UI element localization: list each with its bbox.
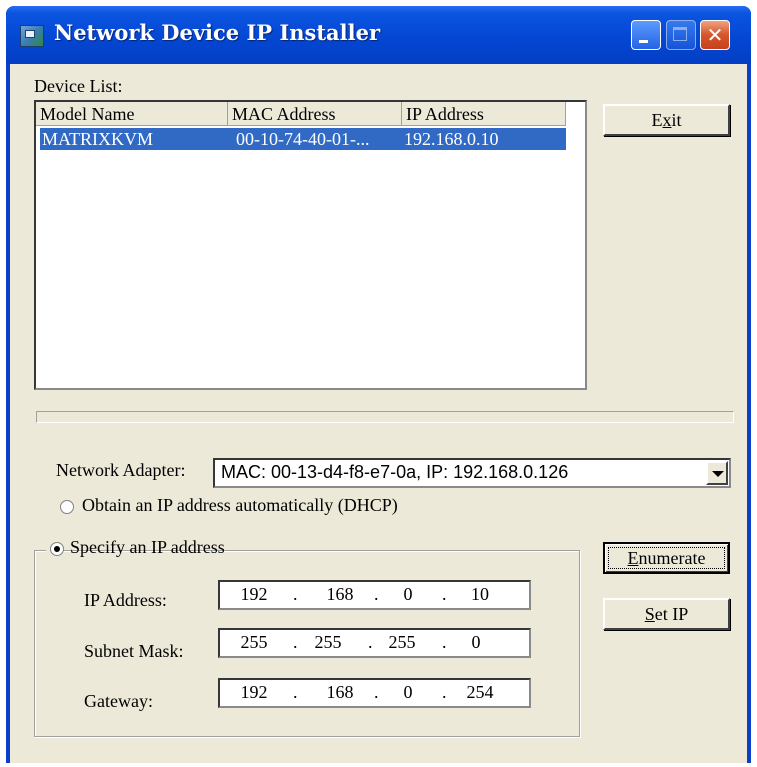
gateway-octet-3[interactable]: 0	[388, 682, 428, 703]
network-adapter-select[interactable]: MAC: 00-13-d4-f8-e7-0a, IP: 192.168.0.12…	[213, 458, 731, 488]
network-app-icon	[20, 25, 44, 47]
device-list[interactable]: Model Name MAC Address IP Address MATRIX…	[34, 100, 587, 390]
chevron-down-icon[interactable]	[706, 461, 728, 485]
close-button[interactable]: ✕	[700, 20, 730, 50]
gateway-octet-4[interactable]: 254	[460, 682, 500, 703]
subnet-dot-3: .	[442, 632, 447, 652]
set-ip-button[interactable]: Set IP	[603, 598, 730, 630]
ip-dot-1: .	[293, 584, 298, 604]
ip-dot-2: .	[374, 584, 379, 604]
device-list-header: Model Name MAC Address IP Address	[36, 102, 585, 126]
subnet-octet-3[interactable]: 255	[382, 632, 422, 653]
column-header-mac-address[interactable]: MAC Address	[228, 102, 402, 126]
gateway-octet-1[interactable]: 192	[234, 682, 274, 703]
dhcp-radio[interactable]	[60, 500, 74, 514]
maximize-button	[666, 20, 696, 50]
subnet-dot-2: .	[368, 632, 373, 652]
exit-label-pre: E	[651, 110, 663, 130]
gateway-dot-2: .	[374, 682, 379, 702]
dhcp-option-label[interactable]: Obtain an IP address automatically (DHCP…	[82, 495, 398, 516]
network-adapter-label: Network Adapter:	[56, 460, 186, 480]
column-header-ip-address[interactable]: IP Address	[402, 102, 566, 126]
gateway-input[interactable]: 192 . 168 . 0 . 254	[218, 678, 531, 708]
subnet-octet-1[interactable]: 255	[234, 632, 274, 653]
dialog-body: Device List: Model Name MAC Address IP A…	[10, 64, 747, 763]
progress-bar	[36, 411, 734, 423]
title-bar[interactable]: Network Device IP Installer ✕	[6, 6, 751, 64]
ip-octet-1[interactable]: 192	[234, 584, 274, 605]
static-ip-radio[interactable]	[50, 542, 64, 556]
minimize-button[interactable]	[631, 20, 661, 50]
column-header-model-name[interactable]: Model Name	[36, 102, 228, 126]
app-window: Network Device IP Installer ✕ Device Lis…	[6, 6, 751, 763]
ip-address-label: IP Address:	[84, 590, 167, 610]
close-icon: ✕	[706, 23, 724, 47]
ip-octet-2[interactable]: 168	[320, 584, 360, 605]
focus-rect	[608, 547, 725, 569]
ip-octet-3[interactable]: 0	[388, 584, 428, 605]
ip-dot-3: .	[442, 584, 447, 604]
exit-label-post: it	[671, 110, 682, 130]
subnet-mask-label: Subnet Mask:	[84, 641, 184, 661]
static-option-label[interactable]: Specify an IP address	[70, 537, 225, 558]
subnet-octet-4[interactable]: 0	[456, 632, 496, 653]
ip-address-input[interactable]: 192 . 168 . 0 . 10	[218, 580, 531, 610]
device-row[interactable]: MATRIXKVM 00-10-74-40-01-... 192.168.0.1…	[40, 128, 566, 150]
network-adapter-value: MAC: 00-13-d4-f8-e7-0a, IP: 192.168.0.12…	[221, 462, 569, 482]
set-ip-label-post: et IP	[654, 604, 689, 624]
subnet-dot-1: .	[293, 632, 298, 652]
subnet-mask-input[interactable]: 255 . 255 . 255 . 0	[218, 628, 531, 658]
gateway-dot-1: .	[293, 682, 298, 702]
set-ip-mnemonic: S	[644, 604, 655, 624]
window-title: Network Device IP Installer	[54, 20, 381, 45]
ip-octet-4[interactable]: 10	[460, 584, 500, 605]
gateway-label: Gateway:	[84, 691, 153, 711]
gateway-dot-3: .	[442, 682, 447, 702]
gateway-octet-2[interactable]: 168	[320, 682, 360, 703]
device-model-name: MATRIXKVM	[42, 129, 154, 149]
static-ip-group-legend: Specify an IP address	[46, 537, 225, 561]
enumerate-button[interactable]: Enumerate	[603, 542, 730, 574]
exit-button[interactable]: Exit	[603, 104, 730, 136]
subnet-octet-2[interactable]: 255	[308, 632, 348, 653]
device-mac-address: 00-10-74-40-01-...	[236, 129, 370, 149]
device-ip-address: 192.168.0.10	[404, 129, 499, 149]
device-list-label: Device List:	[34, 76, 123, 96]
